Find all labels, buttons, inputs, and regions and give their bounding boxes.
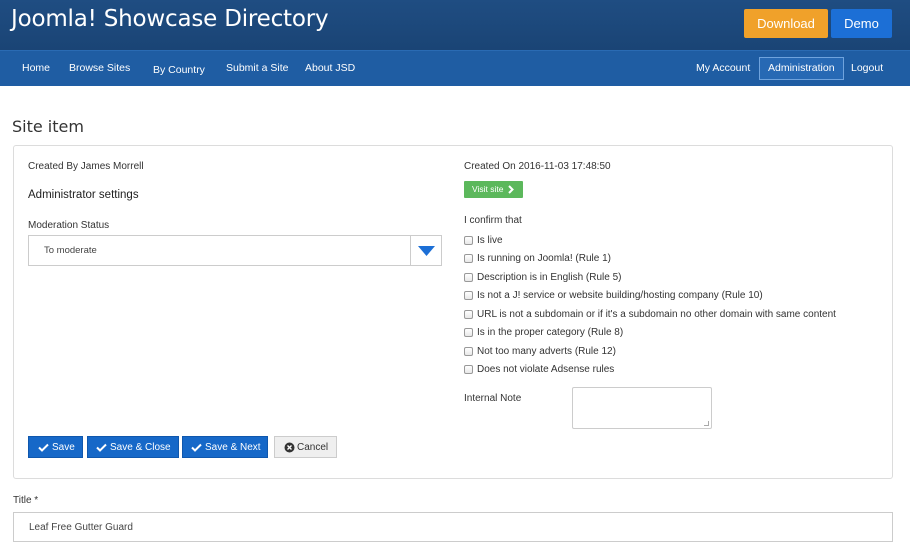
confirm-checkbox[interactable] <box>464 236 473 245</box>
download-button[interactable]: Download <box>744 9 828 38</box>
confirm-checkbox[interactable] <box>464 328 473 337</box>
title-input[interactable]: Leaf Free Gutter Guard <box>13 512 893 542</box>
select-toggle[interactable] <box>410 236 441 265</box>
check-icon <box>96 443 107 452</box>
title-label: Title * <box>13 495 39 506</box>
check-icon <box>38 443 49 452</box>
site-brand[interactable]: Joomla! Showcase Directory <box>11 6 329 32</box>
confirm-checkbox[interactable] <box>464 254 473 263</box>
created-by: Created By James Morrell <box>28 161 144 172</box>
confirm-check-label: Not too many adverts (Rule 12) <box>477 346 616 357</box>
confirm-checkbox[interactable] <box>464 365 473 374</box>
save-next-label: Save & Next <box>205 442 261 453</box>
nav-item-about[interactable]: About JSD <box>305 51 355 86</box>
nav-item-administration[interactable]: Administration <box>759 57 844 80</box>
cancel-label: Cancel <box>297 442 329 453</box>
confirm-check-label: Is not a J! service or website building/… <box>477 290 763 301</box>
confirm-check-label: Description is in English (Rule 5) <box>477 272 622 283</box>
times-circle-icon <box>284 442 295 453</box>
nav-item-submit-site[interactable]: Submit a Site <box>226 51 288 86</box>
confirm-check-label: Is running on Joomla! (Rule 1) <box>477 253 611 264</box>
check-icon <box>191 443 202 452</box>
moderation-status-value: To moderate <box>44 245 97 256</box>
confirm-check-label: Does not violate Adsense rules <box>477 364 615 375</box>
moderation-status-select[interactable]: To moderate <box>28 235 442 266</box>
save-next-button[interactable]: Save & Next <box>182 436 268 458</box>
confirm-checkbox[interactable] <box>464 273 473 282</box>
admin-settings-heading: Administrator settings <box>28 189 139 201</box>
cancel-button[interactable]: Cancel <box>274 436 337 458</box>
page-title: Site item <box>12 117 84 136</box>
save-close-label: Save & Close <box>110 442 171 453</box>
moderation-status-label: Moderation Status <box>28 220 110 231</box>
created-on: Created On 2016-11-03 17:48:50 <box>464 161 611 172</box>
nav-item-browse-sites[interactable]: Browse Sites <box>69 51 130 86</box>
internal-note-label: Internal Note <box>464 393 522 404</box>
resize-grip-icon[interactable] <box>704 421 709 426</box>
visit-site-button[interactable]: Visit site <box>464 181 523 198</box>
confirm-check-label: URL is not a subdomain or if it's a subd… <box>477 309 836 320</box>
nav-item-home[interactable]: Home <box>22 51 50 86</box>
chevron-right-icon <box>508 185 514 194</box>
title-value: Leaf Free Gutter Guard <box>29 522 133 533</box>
nav-item-by-country[interactable]: By Country <box>153 53 205 88</box>
demo-button[interactable]: Demo <box>831 9 892 38</box>
save-close-button[interactable]: Save & Close <box>87 436 179 458</box>
confirm-checkbox[interactable] <box>464 291 473 300</box>
nav-item-logout[interactable]: Logout <box>851 51 883 86</box>
main-nav: Home Browse Sites By Country Submit a Si… <box>0 50 910 86</box>
confirm-checkbox[interactable] <box>464 347 473 356</box>
visit-site-label: Visit site <box>472 184 504 194</box>
save-button[interactable]: Save <box>28 436 83 458</box>
confirm-checkbox[interactable] <box>464 310 473 319</box>
save-label: Save <box>52 442 75 453</box>
confirm-heading: I confirm that <box>464 215 522 226</box>
nav-item-my-account[interactable]: My Account <box>696 51 750 86</box>
caret-down-icon <box>418 246 435 256</box>
site-header: Joomla! Showcase Directory Download Demo <box>0 0 910 50</box>
confirm-check-label: Is live <box>477 235 503 246</box>
internal-note-textarea[interactable] <box>572 387 712 429</box>
confirm-check-label: Is in the proper category (Rule 8) <box>477 327 624 338</box>
